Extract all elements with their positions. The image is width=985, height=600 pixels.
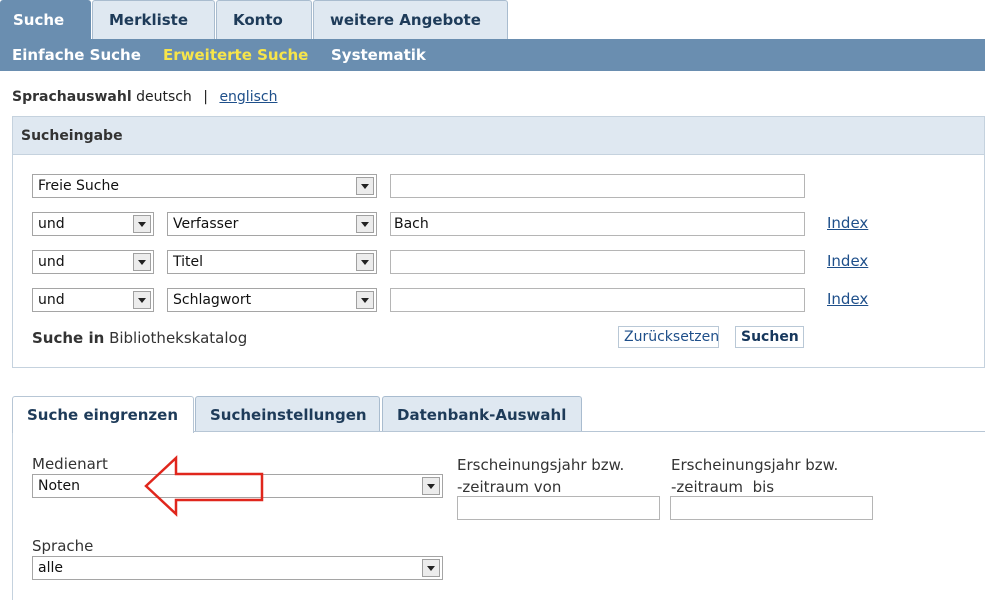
search-input-2[interactable]: Bach <box>390 212 805 236</box>
year-from-label-line2: -zeitraum von <box>457 478 562 496</box>
chevron-down-icon[interactable] <box>133 215 151 233</box>
sub-navigation: Einfache Suche Erweiterte Suche Systemat… <box>0 39 985 71</box>
chevron-down-icon[interactable] <box>133 253 151 271</box>
year-to-input[interactable] <box>670 496 873 520</box>
language-english-link[interactable]: englisch <box>219 89 277 105</box>
chevron-down-icon[interactable] <box>356 291 374 309</box>
language-current: deutsch <box>136 89 192 105</box>
operator-select-3-value: und <box>38 254 65 270</box>
nav-erweiterte-suche[interactable]: Erweiterte Suche <box>163 46 308 64</box>
year-from-label-line1: Erscheinungsjahr bzw. <box>457 456 625 474</box>
reset-button[interactable]: Zurücksetzen <box>618 326 719 348</box>
chevron-down-icon[interactable] <box>133 291 151 309</box>
index-link-4[interactable]: Index <box>827 290 868 308</box>
operator-select-2-value: und <box>38 216 65 232</box>
search-input-1[interactable] <box>390 174 805 198</box>
index-link-2[interactable]: Index <box>827 214 868 232</box>
nav-einfache-suche[interactable]: Einfache Suche <box>12 46 141 64</box>
field-select-2-value: Verfasser <box>173 216 239 232</box>
field-select-3[interactable]: Titel <box>167 250 377 274</box>
chevron-down-icon[interactable] <box>422 559 440 577</box>
field-select-3-value: Titel <box>173 254 204 270</box>
tab-sucheinstellungen[interactable]: Sucheinstellungen <box>195 396 380 432</box>
language-label: Sprachauswahl <box>12 89 132 105</box>
field-select-4-value: Schlagwort <box>173 292 252 308</box>
year-to-label-line1: Erscheinungsjahr bzw. <box>671 456 839 474</box>
field-select-2[interactable]: Verfasser <box>167 212 377 236</box>
tab-konto[interactable]: Konto <box>216 0 312 39</box>
language-selector: Sprachauswahl deutsch | englisch <box>12 89 277 105</box>
operator-select-3[interactable]: und <box>32 250 154 274</box>
year-from-input[interactable] <box>457 496 660 520</box>
chevron-down-icon[interactable] <box>356 253 374 271</box>
operator-select-2[interactable]: und <box>32 212 154 236</box>
tab-suche[interactable]: Suche <box>0 0 91 39</box>
chevron-down-icon[interactable] <box>356 215 374 233</box>
chevron-down-icon[interactable] <box>356 177 374 195</box>
annotation-arrow-icon <box>144 455 264 517</box>
field-select-1[interactable]: Freie Suche <box>32 174 377 198</box>
media-type-value: Noten <box>38 478 81 494</box>
operator-select-4[interactable]: und <box>32 288 154 312</box>
field-select-4[interactable]: Schlagwort <box>167 288 377 312</box>
language-separator: | <box>203 89 208 105</box>
operator-select-4-value: und <box>38 292 65 308</box>
media-type-label: Medienart <box>32 455 108 473</box>
search-in-value: Bibliothekskatalog <box>109 329 248 347</box>
language-filter-select[interactable]: alle <box>32 556 443 580</box>
search-in-label: Suche in <box>32 329 105 347</box>
tab-weitere-angebote[interactable]: weitere Angebote <box>313 0 508 39</box>
year-to-label-line2: -zeitraum bis <box>671 478 775 496</box>
tab-merkliste[interactable]: Merkliste <box>92 0 215 39</box>
field-select-1-value: Freie Suche <box>38 178 119 194</box>
tab-suche-eingrenzen[interactable]: Suche eingrenzen <box>12 396 194 433</box>
index-link-3[interactable]: Index <box>827 252 868 270</box>
nav-systematik[interactable]: Systematik <box>331 46 426 64</box>
chevron-down-icon[interactable] <box>422 477 440 495</box>
language-filter-label: Sprache <box>32 537 94 555</box>
search-input-4[interactable] <box>390 288 805 312</box>
search-in: Suche in Bibliothekskatalog <box>32 329 247 347</box>
tab-datenbank-auswahl[interactable]: Datenbank-Auswahl <box>382 396 582 432</box>
search-panel-title: Sucheingabe <box>13 117 984 155</box>
search-input-3[interactable] <box>390 250 805 274</box>
language-filter-value: alle <box>38 560 63 576</box>
search-button[interactable]: Suchen <box>735 326 804 348</box>
